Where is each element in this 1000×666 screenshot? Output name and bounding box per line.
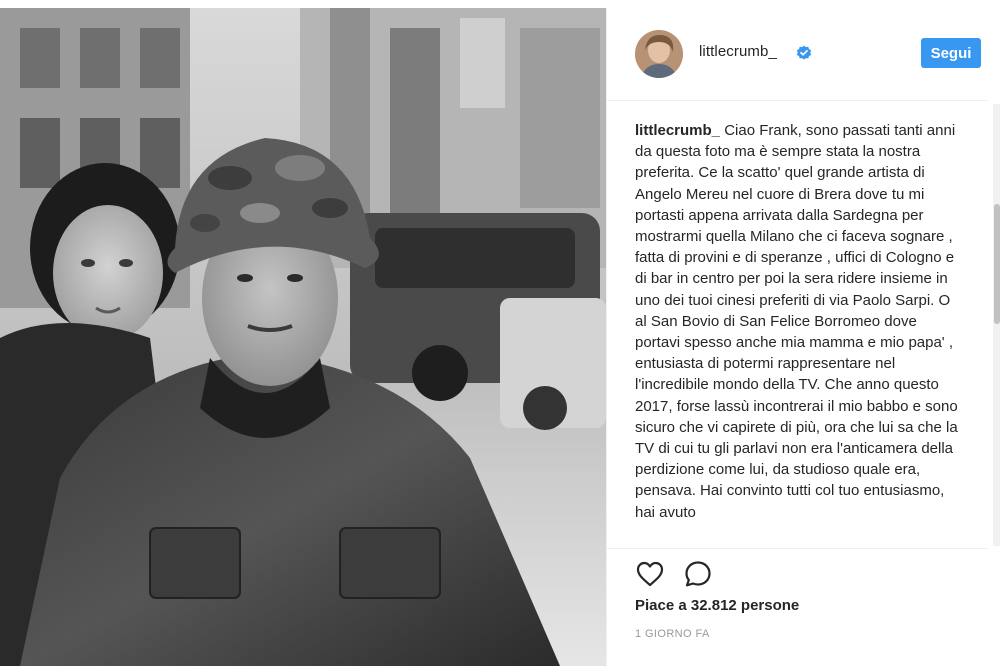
caption-text: Ciao Frank, sono passati tanti anni da q… xyxy=(635,122,958,521)
post-timestamp: 1 GIORNO FA xyxy=(635,628,710,640)
post-sidebar: littlecrumb_ Segui littlecrumb_ Ciao Fra… xyxy=(606,8,1000,666)
post-caption: littlecrumb_ Ciao Frank, sono passati ta… xyxy=(635,120,965,523)
heart-outline-icon[interactable] xyxy=(635,559,665,589)
post-header: littlecrumb_ Segui xyxy=(607,8,987,101)
post-photo[interactable] xyxy=(0,8,606,666)
verified-badge-icon xyxy=(796,45,812,61)
black-and-white-photo xyxy=(0,8,606,666)
follow-button[interactable]: Segui xyxy=(921,38,981,68)
username-link[interactable]: littlecrumb_ xyxy=(699,43,777,60)
avatar-image xyxy=(635,30,683,78)
speech-bubble-icon[interactable] xyxy=(683,559,713,589)
scrollbar-thumb[interactable] xyxy=(994,204,1000,324)
avatar[interactable] xyxy=(635,30,683,78)
caption-area: littlecrumb_ Ciao Frank, sono passati ta… xyxy=(635,120,965,544)
likes-count[interactable]: Piace a 32.812 persone xyxy=(635,597,799,614)
instagram-post-window: littlecrumb_ Segui littlecrumb_ Ciao Fra… xyxy=(0,0,1000,666)
post-actions xyxy=(607,548,987,587)
caption-scrollbar[interactable] xyxy=(993,104,1000,546)
caption-username-link[interactable]: littlecrumb_ xyxy=(635,122,720,139)
